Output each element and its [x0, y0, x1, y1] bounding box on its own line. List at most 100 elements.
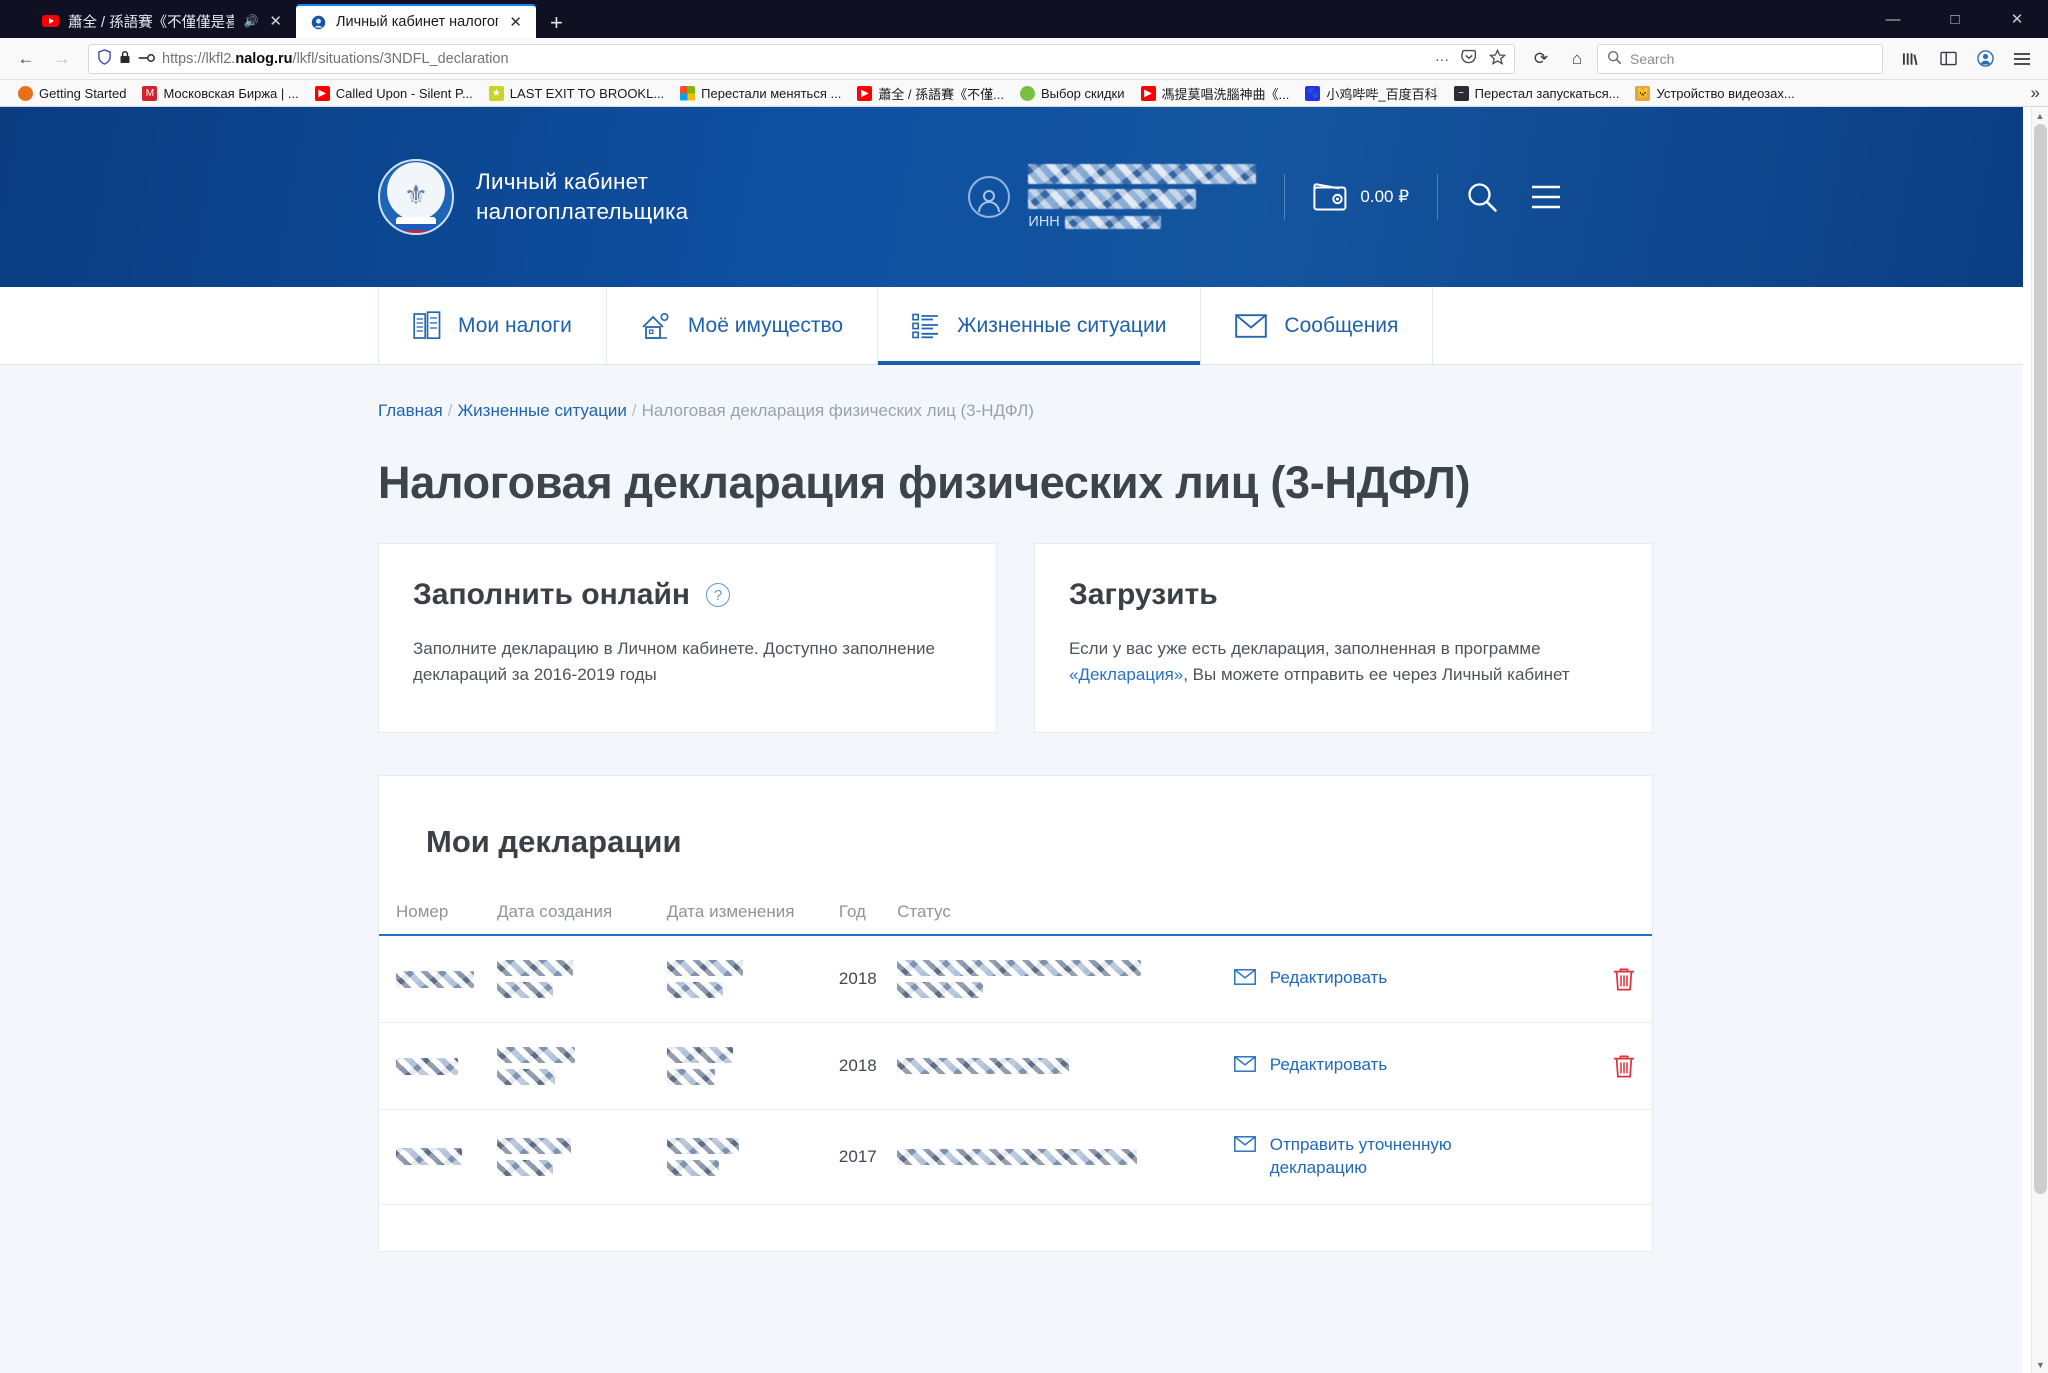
- trash-icon[interactable]: [1595, 1054, 1652, 1078]
- user-block[interactable]: ИНН: [968, 164, 1257, 230]
- library-icon[interactable]: [1895, 43, 1927, 75]
- nav-tab-my-taxes[interactable]: Мои налоги: [378, 287, 606, 364]
- forward-icon[interactable]: →: [46, 43, 78, 75]
- minimize-button[interactable]: —: [1862, 0, 1924, 38]
- scroll-up-icon[interactable]: ▲: [2032, 107, 2048, 124]
- hamburger-icon[interactable]: [1530, 184, 1562, 210]
- bookmark-item[interactable]: M Московская Биржа | ...: [134, 84, 306, 103]
- scroll-down-icon[interactable]: ▼: [2032, 1356, 2048, 1373]
- card-text-after: , Вы можете отправить ее через Личный ка…: [1183, 664, 1570, 684]
- card-title-text: Загрузить: [1069, 578, 1218, 611]
- number-redacted: [396, 1057, 458, 1075]
- page-actions-icon[interactable]: ···: [1435, 51, 1449, 67]
- brand-line-1: Личный кабинет: [476, 168, 649, 194]
- account-icon[interactable]: [1969, 43, 2001, 75]
- nav-tab-life-situations[interactable]: Жизненные ситуации: [877, 287, 1201, 365]
- page-title: Налоговая декларация физических лиц (3-Н…: [378, 457, 1471, 508]
- edit-declaration-link[interactable]: Редактировать: [1233, 1054, 1595, 1079]
- maximize-button[interactable]: □: [1924, 0, 1986, 38]
- panel-title: Мои декларации: [426, 824, 682, 859]
- browser-tab-2[interactable]: Личный кабинет налогоплате ✕: [296, 4, 536, 38]
- close-icon[interactable]: ✕: [507, 13, 524, 31]
- list-icon: [912, 312, 940, 340]
- microsoft-icon: [680, 85, 696, 101]
- pocket-icon[interactable]: [1461, 49, 1477, 68]
- padlock-icon[interactable]: [119, 50, 131, 67]
- card-fill-online[interactable]: Заполнить онлайн ? Заполните декларацию …: [378, 543, 997, 733]
- table-row[interactable]: 2018 Редактировать: [379, 935, 1652, 1023]
- bookmark-item[interactable]: 🐱 Устройство видеозах...: [1627, 84, 1802, 103]
- sidebar-icon[interactable]: [1932, 43, 1964, 75]
- brand-line-2: налогоплательщика: [476, 199, 689, 224]
- edit-declaration-link[interactable]: Редактировать: [1233, 967, 1595, 992]
- nav-tab-messages[interactable]: Сообщения: [1200, 287, 1434, 364]
- envelope-icon: [1233, 1055, 1256, 1079]
- bookmark-item[interactable]: 🐾 小鸡哔哔_百度百科: [1297, 82, 1445, 105]
- cell-number: [379, 1022, 497, 1110]
- bookmark-item[interactable]: ~ Перестал запускаться...: [1446, 84, 1628, 103]
- close-window-button[interactable]: ✕: [1986, 0, 2048, 38]
- page-scrollbar[interactable]: ▲ ▼: [2031, 107, 2048, 1373]
- bookmark-item[interactable]: Getting Started: [10, 84, 134, 103]
- search-icon[interactable]: [1466, 181, 1498, 213]
- changed-redacted-line2: [666, 1159, 719, 1176]
- cell-delete[interactable]: [1595, 1022, 1652, 1110]
- url-bar[interactable]: https://lkfl2.nalog.ru/lkfl/situations/3…: [88, 43, 1515, 74]
- brand-title: Личный кабинет налогоплательщика: [476, 167, 688, 228]
- bookmark-item[interactable]: Перестали меняться ...: [672, 84, 849, 103]
- baidu-icon: 🐾: [1305, 85, 1321, 101]
- bookmark-item[interactable]: ▶ 蕭全 / 孫語賽《不僅...: [849, 82, 1012, 105]
- close-icon[interactable]: ✕: [267, 12, 284, 30]
- breadcrumb-item-home[interactable]: Главная: [378, 401, 443, 420]
- changed-redacted-line1: [666, 1047, 733, 1063]
- bookmarks-overflow-icon[interactable]: »: [2031, 83, 2040, 103]
- cell-action[interactable]: Отправить уточненную декларацию: [1233, 1109, 1596, 1205]
- breadcrumb-separator-2: /: [631, 401, 637, 420]
- star-icon[interactable]: [1488, 48, 1507, 69]
- changed-redacted-line1: [666, 1137, 739, 1154]
- status-redacted: [897, 1148, 1138, 1165]
- hamburger-icon[interactable]: [2006, 43, 2038, 75]
- breadcrumb-item-life-situations[interactable]: Жизненные ситуации: [457, 401, 626, 420]
- send-corrected-declaration-link[interactable]: Отправить уточненную декларацию: [1233, 1134, 1464, 1180]
- site-logo[interactable]: ⚜ Личный кабинет налогоплательщика: [378, 159, 688, 235]
- wallet-balance[interactable]: 0.00 ₽: [1313, 183, 1409, 211]
- url-text: https://lkfl2.nalog.ru/lkfl/situations/3…: [162, 51, 509, 67]
- card-upload[interactable]: Загрузить Если у вас уже есть декларация…: [1034, 543, 1653, 733]
- breadcrumb: Главная / Жизненные ситуации / Налоговая дек…: [378, 365, 1653, 421]
- reload-icon[interactable]: ⟳: [1525, 43, 1557, 75]
- wallet-icon: [1313, 183, 1347, 211]
- table-row[interactable]: 2017 Отправить уточненную декларацию: [379, 1109, 1652, 1205]
- cell-year: 2018: [838, 935, 898, 1023]
- user-meta: ИНН: [1028, 164, 1257, 230]
- status-redacted-line1: [897, 960, 1142, 976]
- nav-tab-my-property[interactable]: Моё имущество: [605, 287, 877, 364]
- cell-status: [897, 1109, 1234, 1205]
- question-mark-icon[interactable]: ?: [706, 583, 731, 607]
- cell-action[interactable]: Редактировать: [1233, 935, 1596, 1023]
- trash-icon[interactable]: [1595, 967, 1652, 991]
- home-icon[interactable]: ⌂: [1561, 43, 1593, 75]
- bookmark-item[interactable]: ★ LAST EXIT TO BROOKL...: [481, 84, 672, 103]
- envelope-icon: [1233, 1136, 1256, 1159]
- table-row[interactable]: 2018 Редактировать: [379, 1022, 1652, 1110]
- search-input[interactable]: Search: [1597, 43, 1883, 74]
- declaration-program-link[interactable]: «Декларация»: [1069, 665, 1183, 684]
- bookmark-item[interactable]: Выбор скидки: [1012, 84, 1133, 103]
- cell-delete[interactable]: [1595, 935, 1652, 1023]
- dark-icon: ~: [1453, 85, 1469, 101]
- new-tab-button[interactable]: +: [550, 12, 563, 34]
- user-name-redacted-2: [1028, 189, 1197, 209]
- bookmark-item[interactable]: ▶ Called Upon - Silent P...: [307, 84, 481, 103]
- bookmark-item[interactable]: ▶ 馮提莫唱洗腦神曲《...: [1133, 82, 1298, 105]
- column-header-action: [1233, 902, 1596, 936]
- back-icon[interactable]: ←: [10, 43, 42, 75]
- scroll-thumb[interactable]: [2034, 124, 2047, 1194]
- url-path: /lkfl/situations/3NDFL_declaration: [292, 50, 509, 67]
- shield-icon[interactable]: [97, 49, 112, 68]
- speaker-icon[interactable]: 🔊: [243, 14, 258, 28]
- moex-icon: M: [142, 85, 158, 101]
- cell-action[interactable]: Редактировать: [1233, 1022, 1596, 1110]
- inn-label: ИНН: [1028, 214, 1060, 230]
- browser-tab-1[interactable]: 蕭全 / 孫語賽《不僅僅是喜 🔊 ✕: [28, 4, 296, 38]
